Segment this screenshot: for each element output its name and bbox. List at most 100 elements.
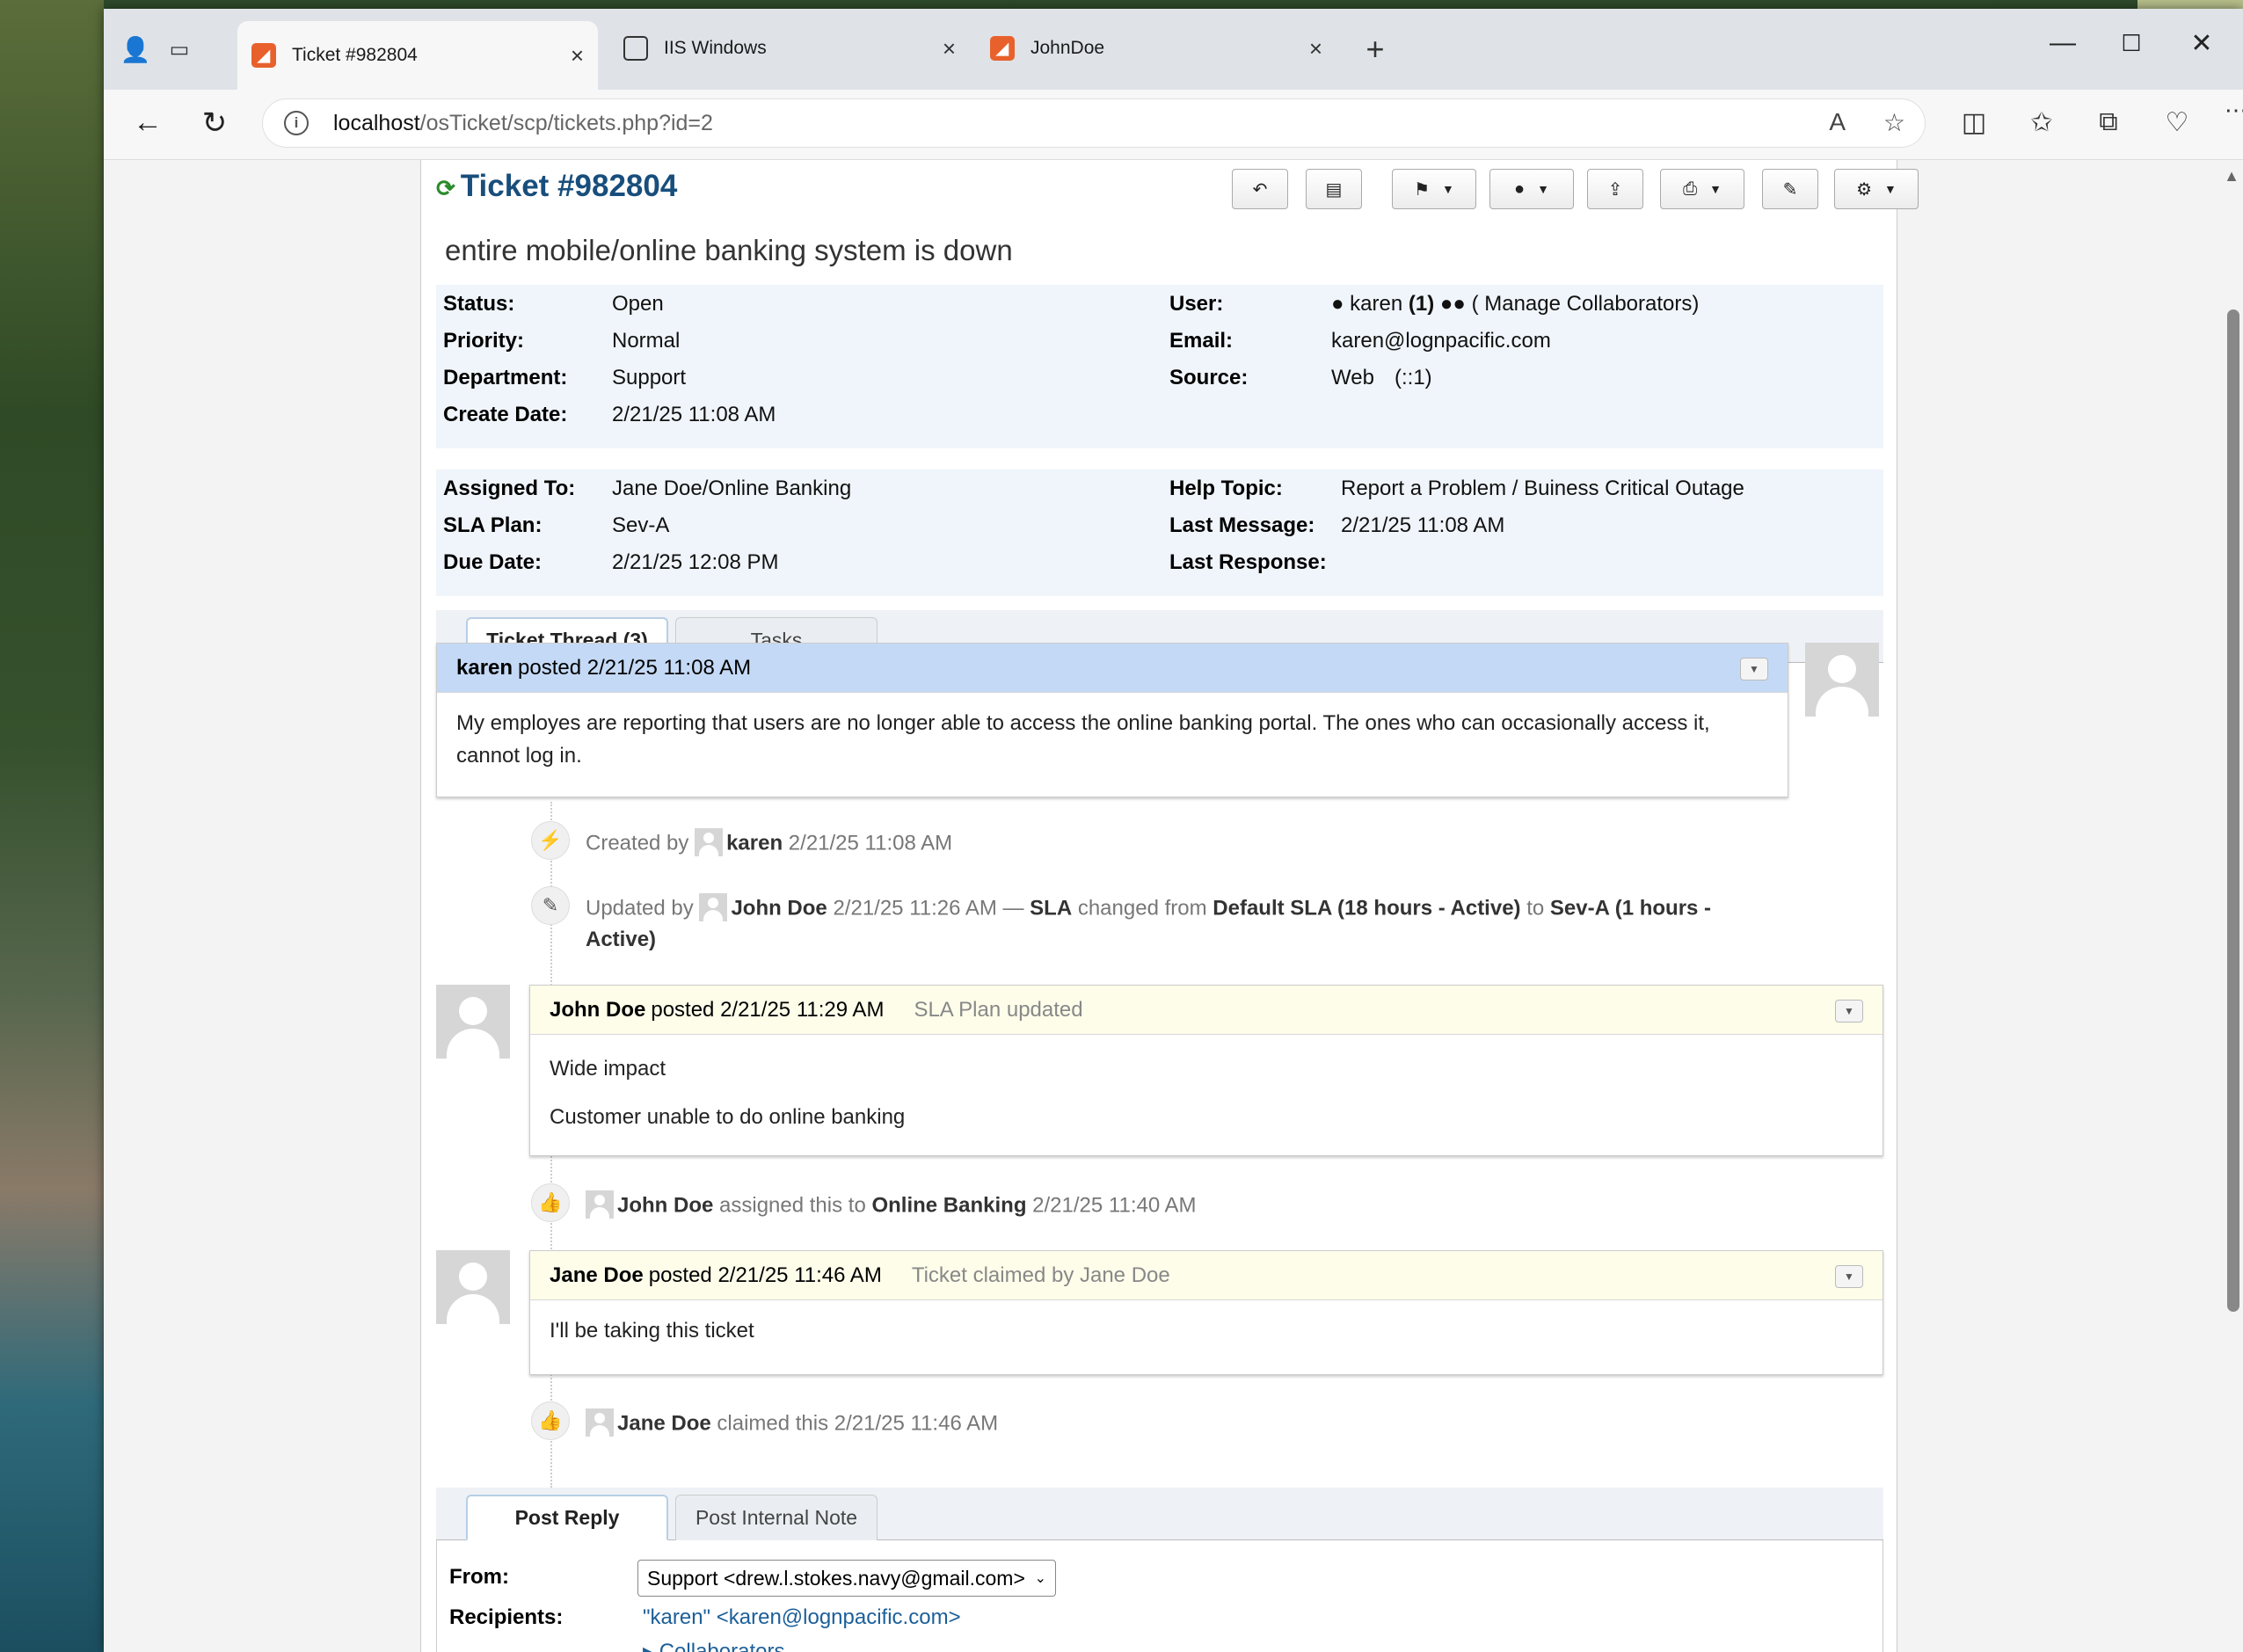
event-assigned: 👍 John Doe assigned this to Online Banki…: [531, 1183, 1197, 1222]
event-prefix: Updated by: [586, 896, 694, 921]
manage-collaborators-link[interactable]: ( Manage Collaborators): [1472, 292, 1700, 316]
share-button[interactable]: ⇪: [1587, 169, 1643, 209]
department-value[interactable]: Support: [612, 366, 686, 390]
sidebar-tabs-icon[interactable]: ▭: [164, 33, 195, 65]
address-bar[interactable]: i localhost/osTicket/scp/tickets.php?id=…: [262, 98, 1926, 148]
message-line: Wide impact: [550, 1057, 666, 1081]
print-icon: ⎙: [1683, 178, 1698, 199]
maximize-icon[interactable]: ☐: [2114, 30, 2149, 57]
last-message-value: 2/21/25 11:08 AM: [1341, 513, 1505, 537]
from-select[interactable]: Support <drew.l.stokes.navy@gmail.com> ⌄: [637, 1560, 1056, 1597]
read-aloud-icon[interactable]: A: [1829, 108, 1846, 136]
priority-value[interactable]: Normal: [612, 329, 680, 353]
reply-tabs: Post Reply Post Internal Note: [436, 1488, 1883, 1540]
minimize-icon[interactable]: —: [2045, 28, 2080, 58]
flag-icon: ⚑: [1414, 179, 1431, 200]
create-date-label: Create Date:: [443, 403, 568, 426]
favorites-icon[interactable]: ✩: [2022, 107, 2061, 138]
event-claimed: 👍 Jane Doe claimed this 2/21/25 11:46 AM: [531, 1401, 998, 1440]
event-user: John Doe: [617, 1193, 714, 1218]
event-user: karen: [726, 831, 783, 855]
email-label: Email:: [1169, 329, 1234, 353]
tab-johndoe[interactable]: ◢ JohnDoe ×: [976, 21, 1336, 76]
chevron-down-icon: ▼: [1709, 182, 1722, 196]
recipients-label: Recipients:: [449, 1605, 564, 1629]
more-options-icon[interactable]: ⋯: [2225, 97, 2243, 124]
new-tab-icon[interactable]: +: [1359, 31, 1391, 67]
event-user: Jane Doe: [617, 1411, 711, 1436]
flag-button[interactable]: ⚑ ▼: [1392, 169, 1476, 209]
event-time: 2/21/25 11:08 AM: [788, 831, 953, 855]
from-label: From:: [449, 1565, 509, 1589]
thread-message-karen: karen posted 2/21/25 11:08 AM ▼ My employe…: [436, 643, 1788, 797]
profile-icon[interactable]: 👤: [120, 33, 151, 65]
close-icon[interactable]: ×: [943, 35, 956, 62]
address-row: ← ↻ i localhost/osTicket/scp/tickets.php…: [104, 90, 2243, 160]
refresh-icon[interactable]: ⟳: [436, 175, 455, 201]
settings-button[interactable]: ⚙ ▼: [1834, 169, 1919, 209]
user-name[interactable]: karen: [1350, 292, 1402, 316]
reply-button[interactable]: ↶: [1232, 169, 1288, 209]
avatar: [699, 893, 728, 922]
event-text: changed from: [1077, 896, 1207, 921]
due-date-label: Due Date:: [443, 550, 543, 574]
tab-post-internal-note[interactable]: Post Internal Note: [675, 1495, 878, 1540]
split-screen-icon[interactable]: ◫: [1955, 107, 1993, 138]
status-value[interactable]: Open: [612, 292, 664, 317]
message-options-dropdown[interactable]: ▼: [1835, 1265, 1863, 1288]
ticket-number: Ticket #982804: [460, 169, 678, 203]
event-time: 2/21/25 11:26 AM —: [833, 896, 1024, 921]
close-icon[interactable]: ×: [571, 42, 584, 69]
scrollbar-thumb[interactable]: [2227, 309, 2239, 1312]
assign-button[interactable]: ● ▼: [1489, 169, 1574, 209]
osticket-icon: ◢: [251, 43, 276, 68]
edit-button[interactable]: ✎: [1762, 169, 1818, 209]
ticket-title[interactable]: ⟳ Ticket #982804: [436, 169, 677, 204]
back-icon[interactable]: ←: [128, 106, 167, 140]
message-subject: SLA Plan updated: [914, 997, 1083, 1022]
page-viewport: ⟳ Ticket #982804 ↶ ▤ ⚑ ▼ ● ▼ ⇪ ⎙ ▼ ✎ ⚙ ▼ enti…: [104, 160, 2243, 1652]
reply-form: From: Support <drew.l.stokes.navy@gmail.…: [436, 1540, 1883, 1652]
recipients-value[interactable]: "karen" <karen@lognpacific.com>: [643, 1605, 961, 1630]
note-button[interactable]: ▤: [1306, 169, 1362, 209]
close-icon[interactable]: ×: [1309, 35, 1322, 62]
tab-iis[interactable]: IIS Windows ×: [609, 21, 970, 76]
page-scrollbar[interactable]: ▲: [2222, 160, 2243, 1652]
globe-icon: [623, 36, 648, 61]
collaborators-toggle[interactable]: ▸ Collaborators: [643, 1639, 784, 1652]
share-icon: ⇪: [1607, 179, 1623, 200]
help-topic-value[interactable]: Report a Problem / Buiness Critical Outa…: [1341, 477, 1744, 501]
window-close-icon[interactable]: ✕: [2184, 28, 2219, 59]
pencil-icon: ✎: [531, 886, 570, 925]
tab-post-reply[interactable]: Post Reply: [466, 1495, 668, 1540]
edit-icon: ✎: [1782, 179, 1798, 200]
avatar: [436, 985, 510, 1059]
collaborators-label: Collaborators: [659, 1640, 785, 1652]
site-info-icon[interactable]: i: [284, 111, 309, 135]
due-date-value[interactable]: 2/21/25 12:08 PM: [612, 550, 778, 575]
source-value[interactable]: Web: [1331, 366, 1374, 390]
user-label: User:: [1169, 292, 1224, 316]
last-message-label: Last Message:: [1169, 513, 1315, 537]
message-author: John Doe: [550, 997, 646, 1022]
message-author: Jane Doe: [550, 1263, 644, 1287]
department-label: Department:: [443, 366, 568, 389]
collections-icon[interactable]: ⧉: [2089, 107, 2128, 137]
browser-essentials-icon[interactable]: ♡: [2158, 107, 2196, 138]
user-value[interactable]: ● karen (1) ●● ( Manage Collaborators): [1331, 292, 1699, 317]
sla-plan-value[interactable]: Sev-A: [612, 513, 669, 538]
ticket-subject: entire mobile/online banking system is d…: [445, 234, 1013, 266]
tab-ticket[interactable]: ◢ Ticket #982804 ×: [237, 21, 598, 90]
assigned-to-value[interactable]: Jane Doe/Online Banking: [612, 477, 851, 501]
scroll-up-icon[interactable]: ▲: [2224, 167, 2239, 186]
tab-title: JohnDoe: [1030, 38, 1105, 58]
favorite-star-icon[interactable]: ☆: [1883, 108, 1905, 137]
message-options-dropdown[interactable]: ▼: [1835, 1000, 1863, 1022]
browser-window: 👤 ▭ ◢ Ticket #982804 × IIS Windows × ◢ J…: [104, 9, 2243, 1652]
print-button[interactable]: ⎙ ▼: [1660, 169, 1744, 209]
magic-wand-icon: ⚡: [531, 821, 570, 860]
message-options-dropdown[interactable]: ▼: [1740, 658, 1768, 680]
source-ip: (::1): [1395, 366, 1432, 389]
ticket-info-box-2: Assigned To: Jane Doe/Online Banking Help…: [436, 469, 1883, 596]
refresh-icon[interactable]: ↻: [195, 106, 234, 141]
